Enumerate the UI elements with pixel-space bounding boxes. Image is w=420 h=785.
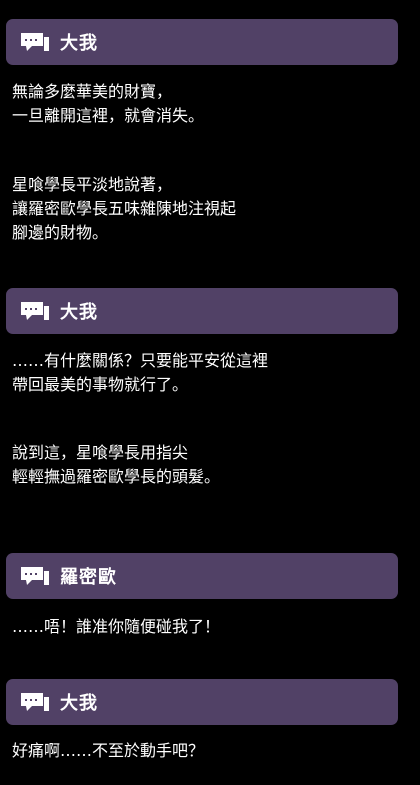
speaker-name: 羅密歐 [60,567,117,588]
narration-text-2: 星喰學長平淡地說著， 讓羅密歐學長五味雜陳地注視起 腳邊的財物。 [12,175,237,242]
speech-bubble-icon [20,300,50,322]
narration-text-4: 說到這，星喰學長用指尖 輕輕撫過羅密歐學長的頭髮。 [12,443,221,486]
speaker-name: 大我 [60,302,98,323]
speaker-bar-4: 大我 [6,679,398,725]
narration-text-5: ……唔！誰准你隨便碰我了！ [12,617,221,636]
speech-bubble-icon [20,565,50,587]
speaker-name: 大我 [60,693,98,714]
narration-text-3: ……有什麼關係？只要能平安從這裡 帶回最美的事物就行了。 [12,351,269,394]
narration-text-6: 好痛啊……不至於動手吧？ [12,741,205,760]
speech-bubble-icon [20,31,50,53]
narration-text-1: 無論多麼華美的財寶， 一旦離開這裡，就會消失。 [12,82,205,125]
speaker-bar-2: 大我 [6,288,398,334]
speaker-bar-3: 羅密歐 [6,553,398,599]
speaker-name: 大我 [60,33,98,54]
speech-bubble-icon [20,691,50,713]
speaker-bar-1: 大我 [6,19,398,65]
